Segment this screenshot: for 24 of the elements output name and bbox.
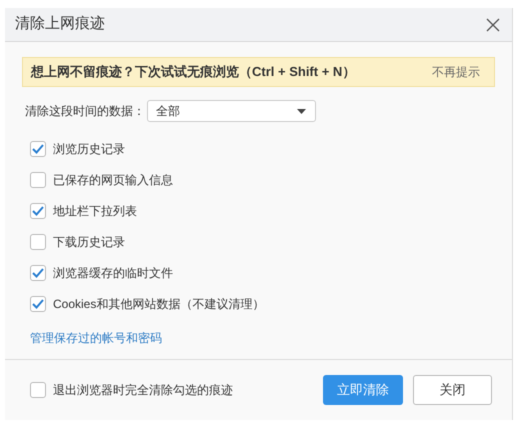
manage-passwords-link[interactable]: 管理保存过的帐号和密码: [22, 329, 162, 347]
checkbox[interactable]: [30, 264, 46, 280]
clear-now-button[interactable]: 立即清除: [323, 375, 403, 405]
option-label: 下载历史记录: [53, 234, 125, 250]
time-range-dropdown[interactable]: 全部: [147, 100, 316, 122]
option-label: 浏览器缓存的临时文件: [53, 264, 173, 282]
checkbox[interactable]: [30, 202, 46, 218]
close-icon[interactable]: [486, 18, 500, 32]
checkbox[interactable]: [30, 140, 46, 156]
checkbox[interactable]: [30, 234, 46, 250]
dismiss-link[interactable]: 不再提示: [432, 63, 486, 81]
option-label: 退出浏览器时完全清除勾选的痕迹: [53, 382, 233, 399]
checkbox[interactable]: [30, 296, 46, 312]
notice-text: 想上网不留痕迹？下次试试无痕浏览（Ctrl + Shift + N）: [31, 63, 356, 82]
option-label: 浏览历史记录: [53, 140, 125, 158]
option-label: Cookies和其他网站数据（不建议清理）: [53, 296, 264, 312]
option-label: 已保存的网页输入信息: [53, 172, 173, 188]
window-title: 清除上网痕迹: [15, 14, 105, 34]
option-label: 地址栏下拉列表: [53, 202, 137, 220]
checkbox[interactable]: [30, 172, 46, 188]
caret-icon: [297, 108, 306, 114]
checkbox[interactable]: [30, 382, 46, 398]
time-range-label: 清除这段时间的数据：: [25, 103, 145, 120]
close-button[interactable]: 关闭: [413, 375, 492, 405]
